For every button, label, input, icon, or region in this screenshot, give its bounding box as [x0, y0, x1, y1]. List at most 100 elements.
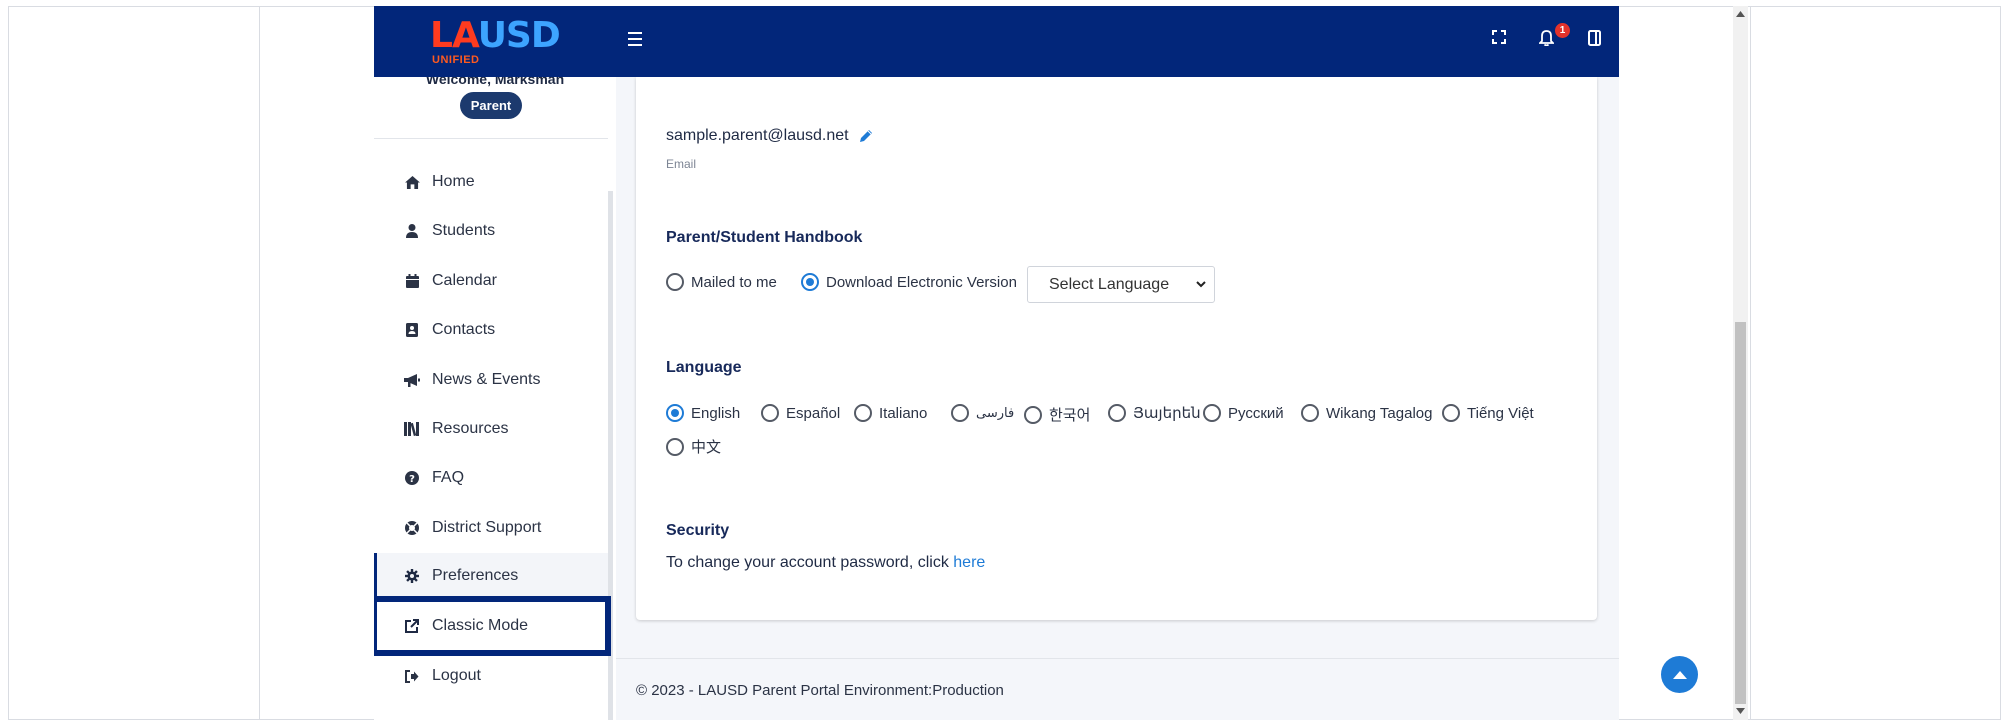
- radio-tagalog[interactable]: [1301, 404, 1319, 422]
- sidebar: Welcome, Marksman Parent Home Students C…: [374, 71, 616, 720]
- radio-espanol[interactable]: [761, 404, 779, 422]
- sidebar-item-students[interactable]: Students: [374, 208, 608, 254]
- calendar-icon: [404, 273, 420, 289]
- language-title: Language: [666, 359, 742, 376]
- radio-italiano[interactable]: [854, 404, 872, 422]
- language-select[interactable]: Select Language: [1027, 266, 1215, 303]
- caret-up-icon: [1672, 670, 1687, 679]
- sidebar-item-label: Resources: [432, 420, 509, 437]
- contact-card-icon: [404, 322, 420, 338]
- security-text: To change your account password, click h…: [666, 554, 985, 572]
- radio-label: فارسی: [976, 405, 1015, 420]
- radio-russian[interactable]: [1203, 404, 1221, 422]
- fullscreen-icon[interactable]: [1492, 30, 1506, 49]
- radio-armenian[interactable]: [1108, 404, 1126, 422]
- lausd-logo[interactable]: LAUSD UNIFIED: [430, 18, 570, 70]
- gear-icon: [404, 568, 420, 584]
- email-row: sample.parent@lausd.net: [666, 127, 874, 145]
- language-option-espanol[interactable]: Español: [761, 404, 840, 422]
- language-option-russian[interactable]: Русский: [1203, 404, 1284, 422]
- bell-icon[interactable]: [1537, 29, 1556, 51]
- logout-icon: [404, 668, 420, 684]
- sidebar-item-preferences[interactable]: Preferences: [374, 553, 608, 599]
- sidebar-item-label: Home: [432, 173, 475, 190]
- sidebar-item-label: Logout: [432, 667, 481, 684]
- radio-label: Download Electronic Version: [826, 273, 1017, 291]
- scroll-down-arrow-icon[interactable]: [1736, 708, 1745, 714]
- handbook-option-download[interactable]: Download Electronic Version: [801, 273, 1017, 291]
- sidebar-item-logout[interactable]: Logout: [374, 653, 608, 699]
- scroll-to-top-button[interactable]: [1661, 656, 1698, 693]
- security-title: Security: [666, 522, 730, 539]
- sidebar-item-label: District Support: [432, 519, 542, 536]
- language-option-english[interactable]: English: [666, 404, 740, 422]
- language-option-italiano[interactable]: Italiano: [854, 404, 927, 422]
- radio-vietnamese[interactable]: [1442, 404, 1460, 422]
- radio-label: English: [691, 404, 741, 422]
- sidebar-divider: [374, 138, 608, 139]
- sidebar-item-classic-mode[interactable]: Classic Mode: [374, 596, 611, 656]
- change-password-link[interactable]: here: [953, 554, 985, 571]
- sidebar-item-faq[interactable]: ? FAQ: [374, 455, 608, 501]
- radio-download[interactable]: [801, 273, 819, 291]
- sidebar-item-home[interactable]: Home: [374, 159, 608, 205]
- books-icon: [404, 421, 420, 437]
- sidebar-item-news-events[interactable]: News & Events: [374, 357, 608, 403]
- language-option-armenian[interactable]: Յայերեն: [1108, 404, 1201, 422]
- sidebar-item-calendar[interactable]: Calendar: [374, 258, 608, 304]
- sidebar-item-label: Students: [432, 222, 496, 239]
- radio-label: Italiano: [879, 404, 928, 422]
- radio-korean[interactable]: [1024, 405, 1042, 424]
- radio-label: Español: [786, 404, 841, 422]
- home-icon: [404, 174, 420, 190]
- page-border-left: [259, 6, 260, 720]
- sidebar-item-contacts[interactable]: Contacts: [374, 307, 608, 353]
- radio-label: Tiếng Việt: [1467, 404, 1534, 422]
- svg-text:?: ?: [409, 474, 415, 485]
- preferences-card: sample.parent@lausd.net Email Parent/Stu…: [636, 77, 1597, 620]
- sidebar-item-district-support[interactable]: District Support: [374, 505, 608, 551]
- chevron-down-icon: [1195, 277, 1207, 295]
- language-option-tagalog[interactable]: Wikang Tagalog: [1301, 404, 1432, 422]
- sidebar-item-label: Preferences: [432, 567, 519, 584]
- top-header: LAUSD UNIFIED 1: [374, 6, 1619, 77]
- role-badge: Parent: [460, 92, 522, 119]
- menu-icon[interactable]: [628, 32, 642, 46]
- language-option-chinese[interactable]: 中文: [666, 436, 721, 457]
- sidebar-item-label: News & Events: [432, 371, 541, 388]
- radio-label: 한국어: [1049, 407, 1091, 424]
- radio-label: 中文: [691, 439, 722, 456]
- email-label: Email: [666, 157, 697, 171]
- notification-badge: 1: [1555, 23, 1570, 38]
- radio-label: Mailed to me: [691, 273, 777, 291]
- radio-label: Wikang Tagalog: [1326, 404, 1433, 422]
- handbook-option-mailed[interactable]: Mailed to me: [666, 273, 777, 291]
- radio-mailed[interactable]: [666, 273, 684, 291]
- radio-label: Յայերեն: [1133, 405, 1201, 422]
- language-option-korean[interactable]: 한국어: [1024, 404, 1090, 425]
- sidebar-item-label: FAQ: [432, 469, 465, 486]
- page-scrollbar-thumb[interactable]: [1735, 322, 1746, 704]
- app-container: Welcome, Marksman Parent Home Students C…: [374, 6, 1619, 720]
- radio-english[interactable]: [666, 404, 684, 422]
- logo-text-usd: USD: [477, 15, 561, 56]
- panel-icon[interactable]: [1588, 30, 1601, 51]
- user-icon: [404, 223, 420, 239]
- language-option-farsi[interactable]: فارسی: [951, 404, 1014, 422]
- select-value: Select Language: [1049, 275, 1170, 293]
- radio-label: Русский: [1228, 404, 1284, 422]
- sidebar-item-resources[interactable]: Resources: [374, 406, 608, 452]
- scroll-up-arrow-icon[interactable]: [1736, 11, 1745, 17]
- logo-subtext: UNIFIED: [432, 54, 480, 66]
- email-value: sample.parent@lausd.net: [666, 127, 849, 144]
- radio-farsi[interactable]: [951, 404, 969, 422]
- pencil-icon[interactable]: [858, 128, 874, 144]
- radio-chinese[interactable]: [666, 437, 684, 456]
- logo-text-la: LA: [430, 15, 479, 56]
- security-message: To change your account password, click: [666, 554, 954, 571]
- sidebar-item-label: Classic Mode: [432, 617, 529, 634]
- language-option-vietnamese[interactable]: Tiếng Việt: [1442, 404, 1534, 422]
- external-link-icon: [404, 618, 420, 634]
- handbook-title: Parent/Student Handbook: [666, 229, 863, 246]
- footer-text: © 2023 - LAUSD Parent Portal Environment…: [636, 682, 1004, 699]
